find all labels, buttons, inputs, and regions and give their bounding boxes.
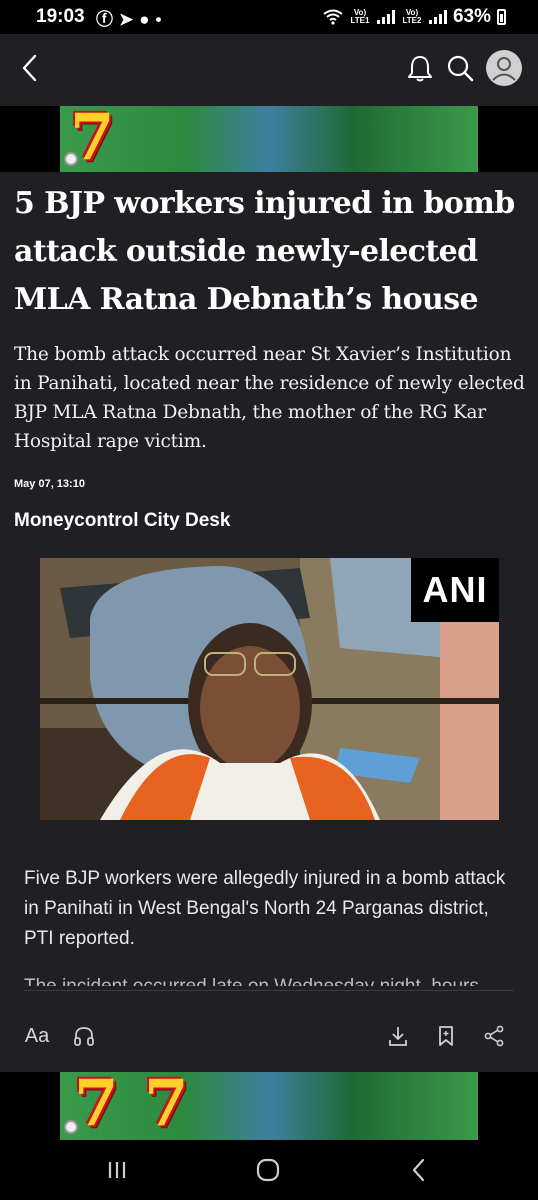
article-body-next-line: The incident occurred late on Wednesday … [24, 972, 514, 986]
ani-watermark: ANI [411, 558, 499, 622]
ad-seven-text: 7 [74, 1072, 119, 1140]
app-header [0, 34, 538, 106]
home-icon [256, 1158, 280, 1182]
article-summary: The bomb attack occurred near St Xavier’… [14, 344, 525, 452]
ad-badge-icon [64, 1120, 78, 1134]
signal-sim2-icon [428, 10, 447, 24]
chat-notification-icon: ● [139, 10, 156, 29]
wifi-icon [323, 9, 343, 25]
facebook-notification-icon: ⓕ [96, 10, 119, 29]
back-chevron-icon [412, 1158, 425, 1182]
ad-band-top: 7 [0, 106, 538, 172]
bookmark-icon [439, 1026, 453, 1046]
recent-apps-icon [108, 1162, 126, 1178]
listen-button[interactable] [68, 1020, 100, 1052]
search-button[interactable] [440, 48, 480, 88]
share-icon [484, 1025, 504, 1047]
search-icon [447, 55, 474, 82]
profile-avatar-icon [486, 50, 522, 86]
notifications-button[interactable] [400, 48, 440, 88]
sim2-label: Vo) LTE2 [402, 8, 422, 25]
ad-banner[interactable]: 7 [60, 106, 478, 172]
signal-sim1-icon [376, 10, 395, 24]
back-button[interactable] [10, 48, 50, 88]
home-button[interactable] [243, 1152, 293, 1188]
download-button[interactable] [382, 1020, 414, 1052]
article-date: May 07, 13:10 [14, 478, 85, 490]
article-headline: 5 BJP workers injured in bomb attack out… [14, 186, 515, 317]
more-notifications-icon: • [155, 10, 168, 29]
sim1-label: Vo) LTE1 [350, 8, 370, 25]
article-body-paragraph: Five BJP workers were allegedly injured … [24, 868, 506, 949]
headphones-icon [74, 1027, 94, 1046]
article-toolbar: Aa [0, 1000, 538, 1072]
battery-percent: 63% [452, 6, 491, 27]
ad-band-bottom: 7 7 [0, 1072, 538, 1140]
recent-apps-button[interactable] [92, 1152, 142, 1188]
status-right: Vo) LTE1 Vo) LTE2 63% [323, 6, 506, 28]
system-back-button[interactable] [394, 1152, 444, 1188]
ad-badge-icon [64, 152, 78, 166]
back-chevron-icon [22, 54, 37, 82]
telegram-notification-icon: ➤ [119, 10, 140, 29]
article-author[interactable]: Moneycontrol City Desk [14, 510, 230, 532]
status-bar: 19:03 ⓕ➤●• Vo) LTE1 Vo) LTE2 63% [0, 0, 538, 34]
share-button[interactable] [478, 1020, 510, 1052]
ad-banner-bottom[interactable]: 7 7 [60, 1072, 478, 1140]
status-time: 19:03 [36, 6, 85, 27]
ad-seven-text-2: 7 [144, 1072, 189, 1140]
notification-icons: ⓕ➤●• [96, 5, 167, 30]
font-size-button[interactable]: Aa [22, 1020, 52, 1052]
notification-bell-icon [408, 56, 432, 82]
toolbar-divider [24, 990, 514, 991]
bookmark-button[interactable] [430, 1020, 462, 1052]
battery-icon [497, 9, 506, 25]
article-photo[interactable]: ANI [40, 558, 499, 820]
profile-button[interactable] [484, 48, 524, 88]
download-icon [389, 1027, 407, 1046]
system-nav-bar [0, 1140, 538, 1200]
